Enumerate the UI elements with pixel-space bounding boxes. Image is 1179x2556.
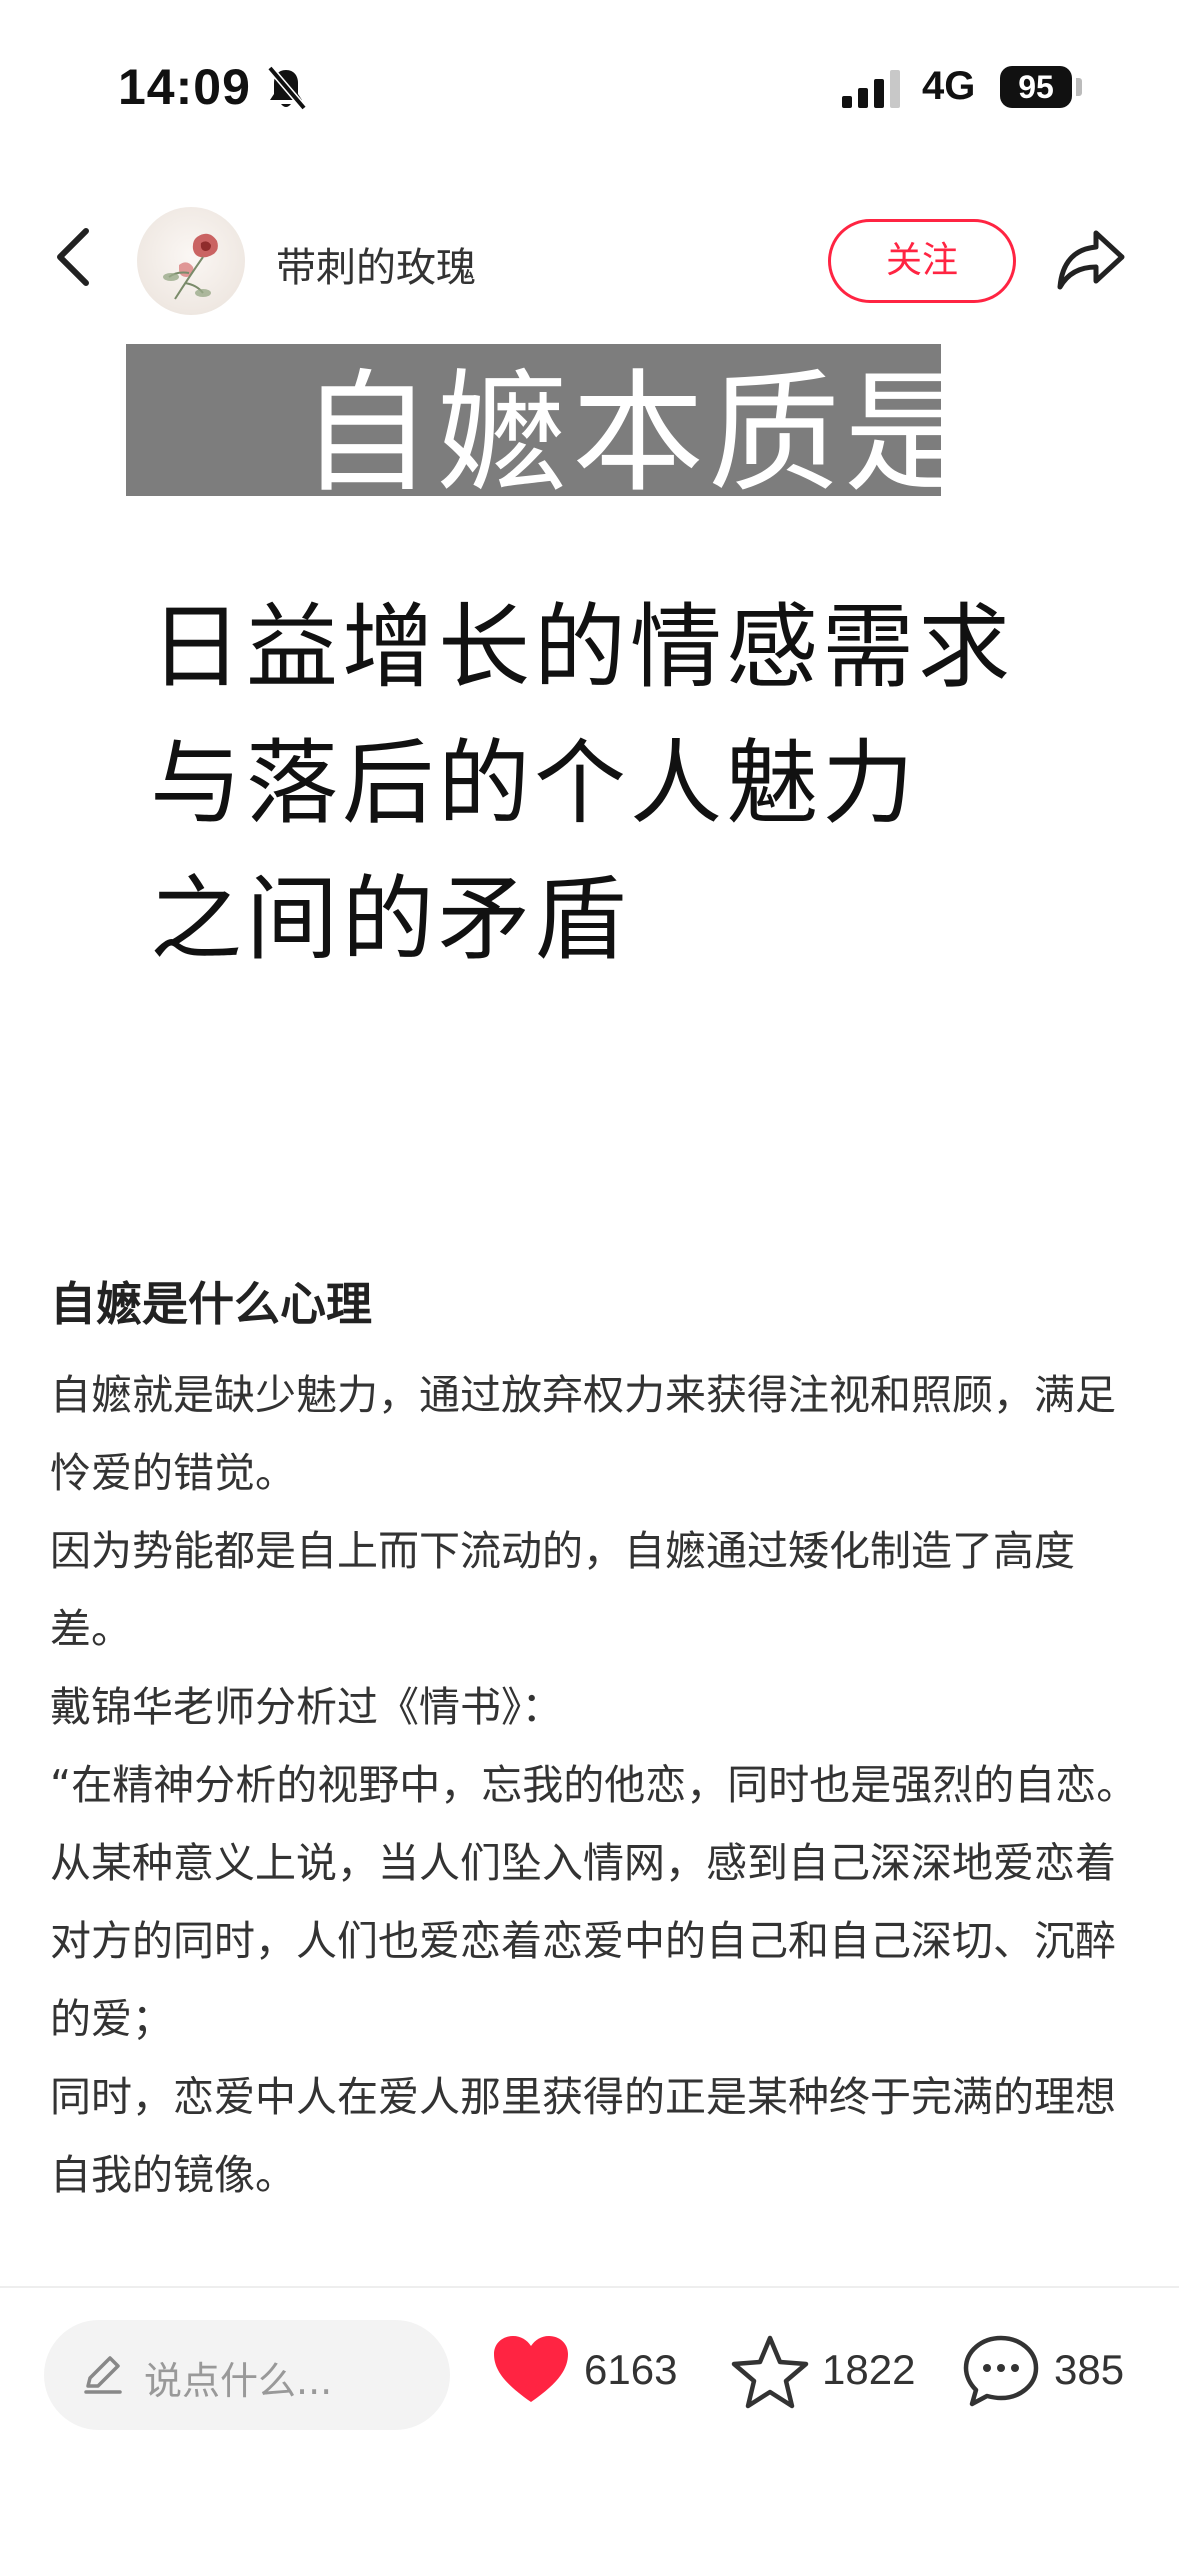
paragraph: 戴锦华老师分析过《情书》： bbox=[50, 1683, 563, 1731]
heart-icon bbox=[494, 2336, 568, 2402]
share-icon[interactable] bbox=[1056, 225, 1126, 291]
star-icon bbox=[731, 2335, 809, 2409]
post-body: 自嬷是什么心理 自嬷就是缺少魅力，通过放弃权力来获得注视和照顾，满足怜爱的错觉。… bbox=[50, 1272, 1140, 2214]
image-title-banner: 自嬷本质是 bbox=[126, 344, 976, 510]
post-image[interactable]: 自嬷本质是 日益增长的情感需求 与落后的个人魅力 之间的矛盾 bbox=[0, 330, 1179, 1200]
comment-placeholder: 说点什么... bbox=[144, 2359, 333, 2403]
comment-button[interactable]: 385 bbox=[962, 2328, 1162, 2418]
paragraph: 因为势能都是自上而下流动的，自嬷通过矮化制造了高度差。 bbox=[50, 1527, 1075, 1653]
rose-illustration bbox=[163, 233, 218, 300]
follow-button[interactable]: 关注 bbox=[828, 219, 1016, 303]
image-line: 与落后的个人魅力 bbox=[150, 730, 919, 837]
image-line: 日益增长的情感需求 bbox=[150, 594, 1015, 701]
paragraph: 自嬷就是缺少魅力，通过放弃权力来获得注视和照顾，满足怜爱的错觉。 bbox=[50, 1371, 1116, 1497]
bell-off-icon bbox=[267, 65, 307, 111]
paragraph: 同时，恋爱中人在爱人那里获得的正是某种终于完满的理想自我的镜像。 bbox=[50, 2073, 1116, 2199]
image-line: 之间的矛盾 bbox=[150, 866, 631, 973]
bottom-action-bar: 说点什么... 6163 1822 385 bbox=[0, 2286, 1179, 2556]
paragraph: 从某种意义上说，当人们坠入情网，感到自己深深地爱恋着对方的同时，人们也爱恋着恋爱… bbox=[50, 1839, 1116, 2043]
like-button[interactable]: 6163 bbox=[492, 2328, 692, 2418]
image-text: 日益增长的情感需求 与落后的个人魅力 之间的矛盾 bbox=[150, 580, 1050, 988]
post-title: 自嬷是什么心理 bbox=[50, 1277, 372, 1331]
paragraph: “在精神分析的视野中，忘我的他恋，同时也是强烈的自恋。 bbox=[50, 1761, 1138, 1809]
author-avatar[interactable] bbox=[137, 207, 245, 315]
status-time: 14:09 bbox=[118, 59, 251, 115]
like-count: 6163 bbox=[584, 2346, 678, 2393]
status-bar: 14:09 4G 95 bbox=[0, 0, 1179, 170]
collect-button[interactable]: 1822 bbox=[730, 2328, 930, 2418]
pencil-icon bbox=[84, 2356, 122, 2394]
image-title: 自嬷本质是 bbox=[300, 357, 980, 511]
comment-count: 385 bbox=[1054, 2346, 1125, 2393]
author-name[interactable]: 带刺的玫瑰 bbox=[276, 235, 476, 293]
battery-level: 95 bbox=[1000, 66, 1072, 108]
post-header: 带刺的玫瑰 关注 bbox=[0, 195, 1179, 325]
comment-input[interactable]: 说点什么... bbox=[44, 2320, 450, 2430]
signal-icon bbox=[842, 70, 900, 108]
battery-nub bbox=[1076, 78, 1082, 96]
network-type: 4G bbox=[922, 64, 976, 108]
comment-bubble-icon bbox=[963, 2335, 1039, 2407]
collect-count: 1822 bbox=[822, 2346, 916, 2393]
back-icon[interactable] bbox=[48, 223, 100, 291]
